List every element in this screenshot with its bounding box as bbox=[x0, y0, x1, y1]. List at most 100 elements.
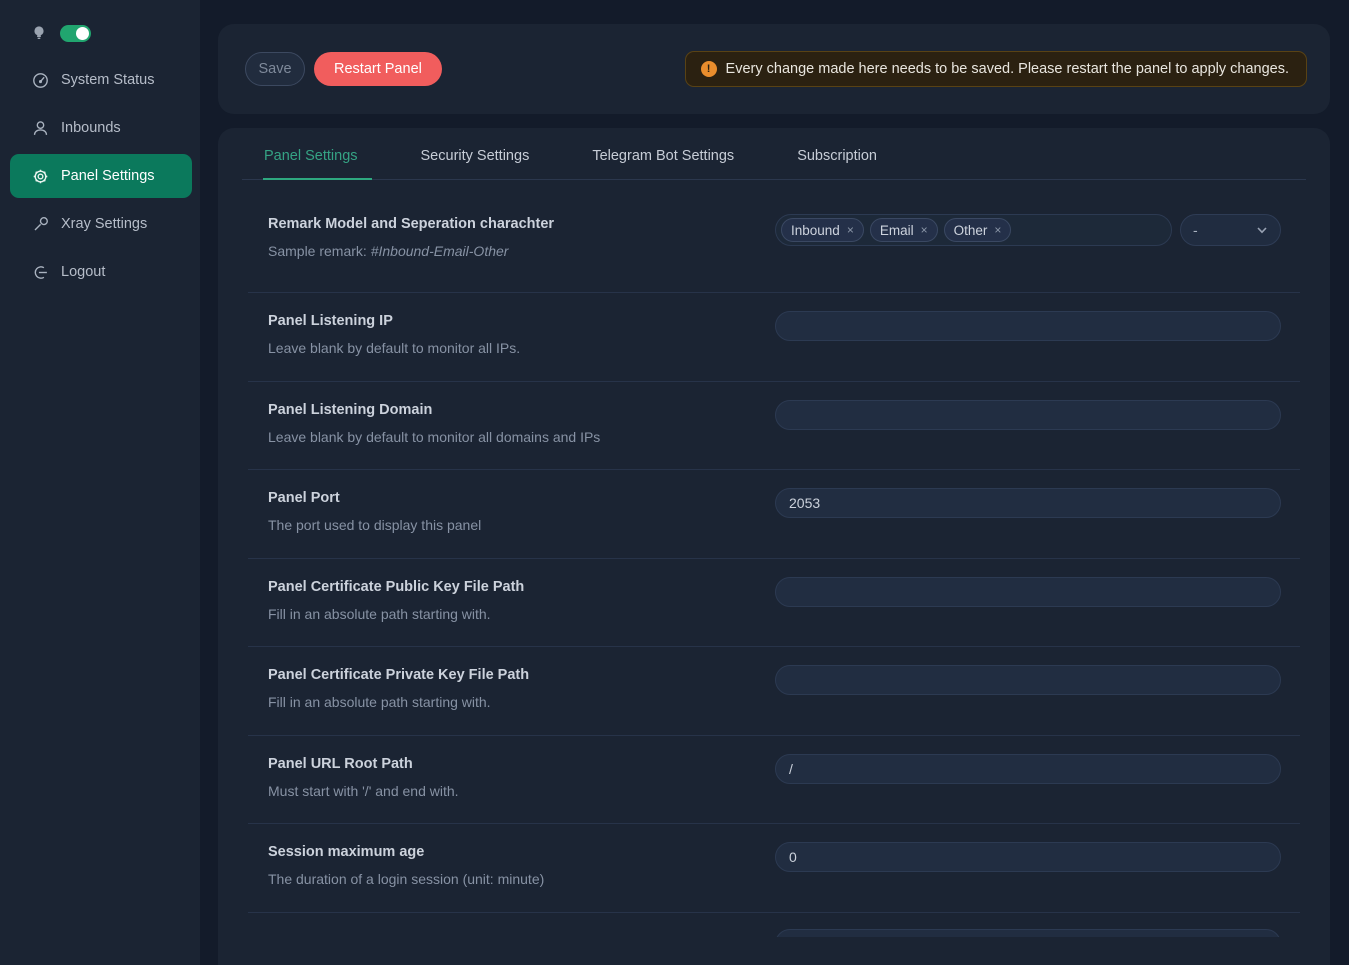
tab-telegram-bot-settings[interactable]: Telegram Bot Settings bbox=[592, 128, 734, 179]
field-label: Panel Listening Domain bbox=[268, 402, 775, 418]
field-label: Panel Listening IP bbox=[268, 313, 775, 329]
field-hint: Sample remark: #Inbound-Email-Other bbox=[268, 243, 775, 259]
main-area: Save Restart Panel ! Every change made h… bbox=[200, 0, 1349, 965]
field-hint: The duration of a login session (unit: m… bbox=[268, 871, 775, 887]
settings-card: Panel Settings Security Settings Telegra… bbox=[218, 128, 1330, 965]
separator-select[interactable]: - bbox=[1180, 214, 1281, 246]
field-label: Panel URL Root Path bbox=[268, 756, 775, 772]
form-row-panel-port: Panel Port The port used to display this… bbox=[248, 470, 1300, 559]
settings-tabs: Panel Settings Security Settings Telegra… bbox=[242, 128, 1306, 180]
field-hint: Must start with '/' and end with. bbox=[268, 783, 775, 799]
tag-label: Email bbox=[880, 223, 914, 238]
field-label: Session maximum age bbox=[268, 844, 775, 860]
sidebar-menu: System Status Inbounds Panel Settings Xr… bbox=[0, 58, 200, 294]
tag-email[interactable]: Email × bbox=[870, 218, 938, 242]
form-row-controls bbox=[775, 488, 1281, 518]
chevron-down-icon bbox=[1256, 224, 1268, 236]
action-toolbar: Save Restart Panel ! Every change made h… bbox=[218, 24, 1330, 114]
form-row-text bbox=[268, 929, 775, 931]
field-hint: Leave blank by default to monitor all IP… bbox=[268, 340, 775, 356]
form-row-remark-model: Remark Model and Seperation charachter S… bbox=[248, 180, 1300, 293]
dashboard-icon bbox=[32, 72, 49, 89]
sidebar-item-inbounds[interactable]: Inbounds bbox=[10, 106, 192, 150]
tag-other[interactable]: Other × bbox=[944, 218, 1012, 242]
dark-mode-toggle[interactable] bbox=[60, 25, 91, 42]
hint-sample: #Inbound-Email-Other bbox=[371, 243, 509, 259]
form-row-controls bbox=[775, 311, 1281, 341]
field-hint: Leave blank by default to monitor all do… bbox=[268, 429, 775, 445]
tag-close-icon[interactable]: × bbox=[847, 223, 854, 237]
remark-tags-input[interactable]: Inbound × Email × Other × bbox=[775, 214, 1172, 246]
form-row-text: Panel Listening IP Leave blank by defaul… bbox=[268, 311, 775, 356]
form-row-controls bbox=[775, 665, 1281, 695]
form-row-text: Session maximum age The duration of a lo… bbox=[268, 842, 775, 887]
field-label: Remark Model and Seperation charachter bbox=[268, 216, 775, 232]
form-row-controls bbox=[775, 842, 1281, 872]
hint-prefix: Sample remark: bbox=[268, 243, 371, 259]
separator-select-value: - bbox=[1193, 222, 1198, 238]
form-row-url-root-path: Panel URL Root Path Must start with '/' … bbox=[248, 736, 1300, 825]
exclamation-icon: ! bbox=[701, 61, 717, 77]
form-row-text: Panel URL Root Path Must start with '/' … bbox=[268, 754, 775, 799]
form-row-text: Remark Model and Seperation charachter S… bbox=[268, 214, 775, 259]
field-label: Panel Port bbox=[268, 490, 775, 506]
wrench-icon bbox=[32, 216, 49, 233]
warning-alert: ! Every change made here needs to be sav… bbox=[685, 51, 1307, 87]
theme-toggle-row bbox=[0, 20, 200, 46]
listening-ip-input[interactable] bbox=[775, 311, 1281, 341]
form-row-controls bbox=[775, 929, 1281, 937]
gear-icon bbox=[32, 168, 49, 185]
form-row-partial bbox=[248, 913, 1300, 937]
partial-input[interactable] bbox=[775, 929, 1281, 937]
cert-public-key-input[interactable] bbox=[775, 577, 1281, 607]
field-label: Panel Certificate Private Key File Path bbox=[268, 667, 775, 683]
form-row-session-max-age: Session maximum age The duration of a lo… bbox=[248, 824, 1300, 913]
toggle-knob bbox=[76, 27, 89, 40]
sidebar-item-label: Inbounds bbox=[61, 120, 121, 136]
tab-panel-settings[interactable]: Panel Settings bbox=[264, 128, 358, 179]
sidebar-item-label: Logout bbox=[61, 264, 105, 280]
panel-settings-form: Remark Model and Seperation charachter S… bbox=[248, 180, 1300, 937]
sidebar-item-label: Xray Settings bbox=[61, 216, 147, 232]
lightbulb-icon bbox=[31, 25, 47, 41]
restart-panel-button[interactable]: Restart Panel bbox=[314, 52, 442, 86]
tab-security-settings[interactable]: Security Settings bbox=[421, 128, 530, 179]
form-row-controls bbox=[775, 577, 1281, 607]
form-row-controls: Inbound × Email × Other × - bbox=[775, 214, 1281, 246]
tag-close-icon[interactable]: × bbox=[921, 223, 928, 237]
field-hint: Fill in an absolute path starting with. bbox=[268, 606, 775, 622]
sidebar-item-label: Panel Settings bbox=[61, 168, 155, 184]
save-button[interactable]: Save bbox=[245, 52, 305, 86]
sidebar-item-label: System Status bbox=[61, 72, 154, 88]
panel-port-input[interactable] bbox=[775, 488, 1281, 518]
user-icon bbox=[32, 120, 49, 137]
tag-label: Inbound bbox=[791, 223, 840, 238]
sidebar-item-system-status[interactable]: System Status bbox=[10, 58, 192, 102]
field-hint: Fill in an absolute path starting with. bbox=[268, 694, 775, 710]
form-row-text: Panel Certificate Public Key File Path F… bbox=[268, 577, 775, 622]
sidebar-item-logout[interactable]: Logout bbox=[10, 250, 192, 294]
form-row-text: Panel Port The port used to display this… bbox=[268, 488, 775, 533]
cert-private-key-input[interactable] bbox=[775, 665, 1281, 695]
form-row-listening-ip: Panel Listening IP Leave blank by defaul… bbox=[248, 293, 1300, 382]
listening-domain-input[interactable] bbox=[775, 400, 1281, 430]
form-row-controls bbox=[775, 754, 1281, 784]
form-row-listening-domain: Panel Listening Domain Leave blank by de… bbox=[248, 382, 1300, 471]
session-max-age-input[interactable] bbox=[775, 842, 1281, 872]
tab-subscription[interactable]: Subscription bbox=[797, 128, 877, 179]
warning-alert-text: Every change made here needs to be saved… bbox=[726, 61, 1289, 77]
sidebar-item-panel-settings[interactable]: Panel Settings bbox=[10, 154, 192, 198]
form-row-controls bbox=[775, 400, 1281, 430]
form-row-cert-public-key: Panel Certificate Public Key File Path F… bbox=[248, 559, 1300, 648]
form-row-text: Panel Listening Domain Leave blank by de… bbox=[268, 400, 775, 445]
sidebar: System Status Inbounds Panel Settings Xr… bbox=[0, 0, 200, 965]
sidebar-item-xray-settings[interactable]: Xray Settings bbox=[10, 202, 192, 246]
field-hint: The port used to display this panel bbox=[268, 517, 775, 533]
tag-label: Other bbox=[954, 223, 988, 238]
tag-close-icon[interactable]: × bbox=[994, 223, 1001, 237]
url-root-path-input[interactable] bbox=[775, 754, 1281, 784]
logout-icon bbox=[32, 264, 49, 281]
tag-inbound[interactable]: Inbound × bbox=[781, 218, 864, 242]
form-row-text: Panel Certificate Private Key File Path … bbox=[268, 665, 775, 710]
form-row-cert-private-key: Panel Certificate Private Key File Path … bbox=[248, 647, 1300, 736]
